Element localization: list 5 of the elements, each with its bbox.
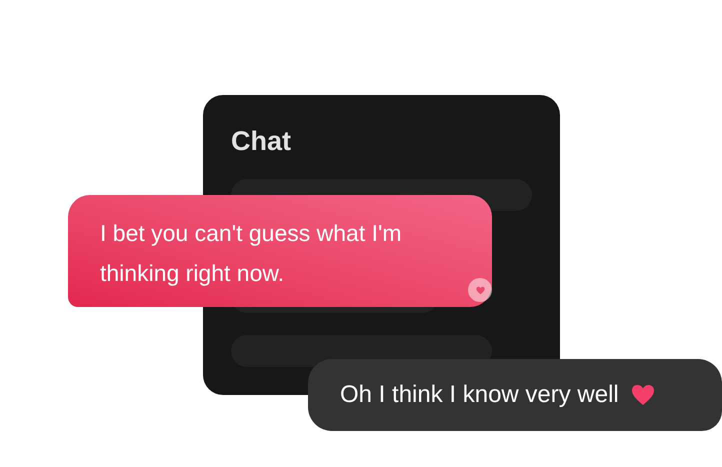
panel-title: Chat (231, 125, 292, 158)
reaction-badge[interactable] (468, 278, 492, 302)
heart-icon (476, 286, 484, 294)
message-text: I bet you can't guess what I'm thinking right now. (100, 219, 403, 288)
message-text: Oh I think I know very well (340, 380, 619, 410)
